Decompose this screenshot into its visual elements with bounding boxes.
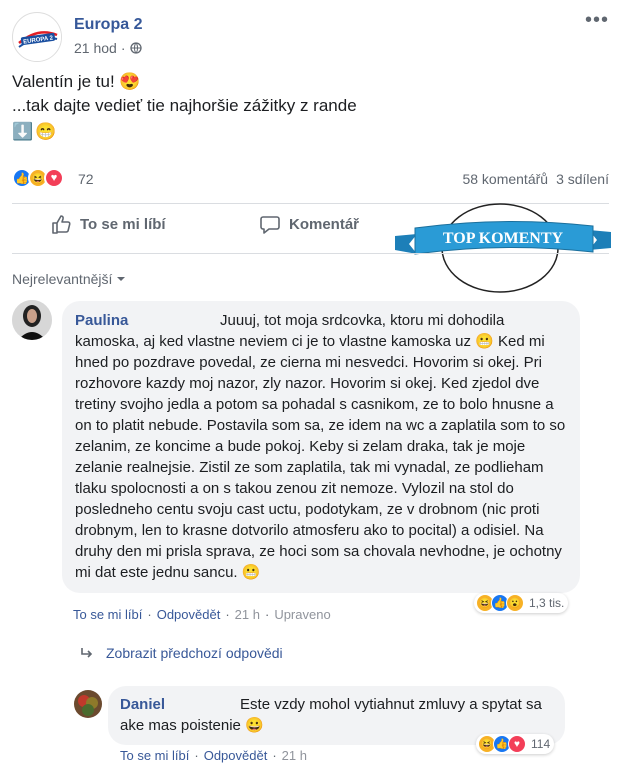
love-reaction-icon: ♥ — [508, 735, 526, 753]
comment-icon — [260, 216, 280, 234]
europa2-logo: EUROPA 2 — [14, 14, 61, 61]
post-header: EUROPA 2 Europa 2 21 hod · ••• — [12, 10, 609, 62]
wow-reaction-icon: 😮 — [506, 594, 524, 612]
comment-time[interactable]: 21 h — [282, 748, 307, 763]
comment-like-link[interactable]: To se mi líbí — [120, 748, 189, 763]
down-arrow-emoji: ⬇️ — [12, 122, 34, 141]
comment-sort-dropdown[interactable]: Nejrelevantnější — [12, 271, 126, 287]
post-line-1: Valentín je tu! 😍 — [12, 72, 141, 91]
comment-label: Komentář — [289, 215, 360, 233]
reaction-count[interactable]: 72 — [78, 171, 94, 187]
more-options-icon[interactable]: ••• — [585, 10, 609, 30]
comments-count[interactable]: 58 komentářů — [462, 171, 548, 187]
comment-edited[interactable]: Upraveno — [274, 607, 330, 622]
comment-reactions[interactable]: 😆 👍 ♥ 114 — [476, 734, 555, 754]
page-name[interactable]: Europa 2 — [74, 16, 142, 34]
comment-actions: To se mi líbí · Odpovědět · 21 h — [120, 748, 307, 763]
like-button[interactable]: To se mi líbí — [50, 213, 166, 235]
comment-button[interactable]: Komentář — [259, 213, 359, 235]
post-time[interactable]: 21 hod — [74, 40, 117, 56]
reply-arrow-icon — [81, 648, 93, 658]
badge-text: TOP KOMENTY — [443, 230, 564, 247]
comment-actions: To se mi líbí · Odpovědět · 21 h · Uprav… — [73, 607, 331, 622]
post-body: Valentín je tu! 😍 ...tak dajte vedieť ti… — [12, 70, 357, 144]
sort-label: Nejrelevantnější — [12, 271, 113, 287]
user-avatar-photo — [74, 690, 102, 718]
reaction-icons[interactable]: 👍 😆 ♥ — [12, 168, 64, 188]
user-avatar-photo — [12, 300, 52, 340]
divider — [12, 253, 609, 254]
grin-emoji: 😁 — [35, 122, 57, 141]
comment-reply-link[interactable]: Odpovědět — [157, 607, 221, 622]
page-avatar[interactable]: EUROPA 2 — [12, 12, 62, 62]
globe-icon — [129, 42, 142, 54]
comment-reactions[interactable]: 😆 👍 😮 1,3 tis. — [474, 593, 569, 613]
comment-author[interactable]: Paulina — [75, 312, 128, 329]
avatar[interactable] — [12, 300, 52, 340]
show-previous-replies[interactable]: Zobrazit předchozí odpovědi — [80, 645, 283, 661]
comment-reply-link[interactable]: Odpovědět — [204, 748, 268, 763]
comment-author[interactable]: Daniel — [120, 696, 165, 713]
post-emoji-line: ⬇️ 😁 — [12, 120, 357, 144]
reactions-bar: 👍 😆 ♥ 72 58 komentářů 3 sdílení — [12, 164, 609, 192]
shares-count[interactable]: 3 sdílení — [556, 171, 609, 187]
post-line-2: ...tak dajte vedieť tie najhoršie zážitk… — [12, 96, 357, 115]
post-meta: 21 hod · — [74, 40, 142, 56]
reaction-count: 1,3 tis. — [529, 596, 565, 610]
reaction-count: 114 — [531, 737, 551, 751]
comment-text: Este vzdy mohol vytiahnut zmluvy a spyta… — [120, 696, 542, 734]
previous-replies-label: Zobrazit předchozí odpovědi — [106, 645, 283, 661]
top-comments-badge: TOP KOMENTY — [395, 203, 611, 293]
post-stats: 58 komentářů 3 sdílení — [462, 171, 609, 187]
comment-like-link[interactable]: To se mi líbí — [73, 607, 142, 622]
comment-text: Juuuj, tot moja srdcovka, ktoru mi dohod… — [75, 312, 566, 581]
love-reaction-icon: ♥ — [44, 168, 64, 188]
comment-bubble: Paulina Juuuj, tot moja srdcovka, ktoru … — [62, 301, 580, 593]
comment-time[interactable]: 21 h — [235, 607, 260, 622]
avatar[interactable] — [74, 690, 102, 718]
caret-down-icon — [117, 277, 126, 281]
like-label: To se mi líbí — [80, 215, 166, 233]
thumbs-up-icon — [52, 215, 71, 234]
